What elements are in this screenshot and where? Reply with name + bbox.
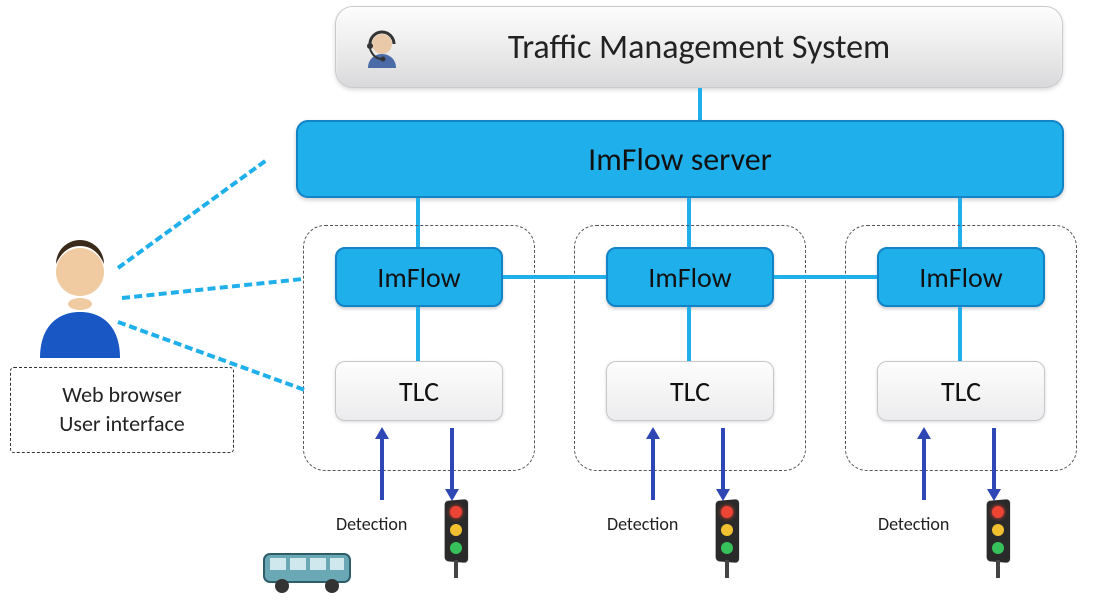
control-arrow-down-2 (721, 428, 725, 490)
web-caption-line1: Web browser (62, 381, 181, 410)
imflow-label-1: ImFlow (377, 260, 460, 295)
traffic-light-icon-3 (982, 500, 1014, 578)
imflow-box-1: ImFlow (335, 247, 503, 307)
connector-imflow-2-3 (774, 275, 877, 279)
detection-label-2: Detection (607, 513, 678, 535)
bus-icon (260, 548, 360, 596)
traffic-management-system-box: Traffic Management System (335, 6, 1063, 88)
detection-label-3: Detection (878, 513, 949, 535)
imflow-box-2: ImFlow (606, 247, 774, 307)
imflow-server-box: ImFlow server (296, 120, 1064, 198)
tlc-box-1: TLC (335, 361, 503, 421)
operator-headset-icon (358, 26, 406, 74)
connector-imflow-tlc-2 (687, 307, 691, 361)
detection-arrow-up-2 (651, 438, 655, 500)
user-avatar-icon (30, 240, 130, 360)
user-link-imflow (122, 277, 301, 300)
imflow-server-label: ImFlow server (588, 140, 772, 179)
control-arrow-down-1 (450, 428, 454, 490)
detection-arrow-up-1 (380, 438, 384, 500)
web-caption-line2: User interface (59, 410, 185, 439)
imflow-label-3: ImFlow (919, 260, 1002, 295)
tlc-label-2: TLC (670, 374, 710, 409)
traffic-light-icon-2 (711, 500, 743, 578)
web-browser-caption-box: Web browser User interface (10, 367, 234, 453)
connector-imflow-tlc-3 (958, 307, 962, 361)
imflow-box-3: ImFlow (877, 247, 1045, 307)
tlc-box-2: TLC (606, 361, 774, 421)
tlc-label-1: TLC (399, 374, 439, 409)
tlc-label-3: TLC (941, 374, 981, 409)
tms-title: Traffic Management System (508, 27, 890, 68)
detection-arrow-up-3 (922, 438, 926, 500)
traffic-light-icon-1 (440, 500, 472, 578)
connector-tms-server (698, 88, 702, 120)
imflow-label-2: ImFlow (648, 260, 731, 295)
detection-label-1: Detection (336, 513, 407, 535)
user-link-server (117, 159, 267, 269)
tlc-box-3: TLC (877, 361, 1045, 421)
connector-imflow-tlc-1 (416, 307, 420, 361)
connector-imflow-1-2 (503, 275, 606, 279)
control-arrow-down-3 (992, 428, 996, 490)
